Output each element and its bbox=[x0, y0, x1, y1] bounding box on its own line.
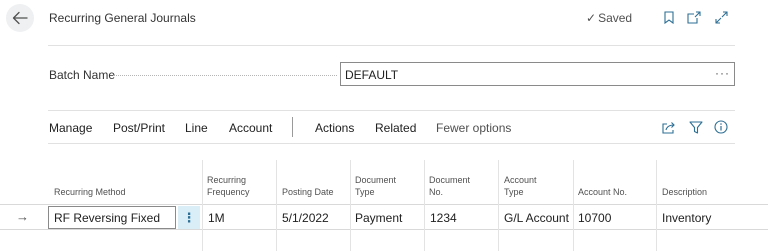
page-title: Recurring General Journals bbox=[49, 11, 196, 25]
col-header-account-no[interactable]: Account No. bbox=[578, 186, 627, 198]
account-menu[interactable]: Account bbox=[229, 121, 272, 135]
open-new-window-icon bbox=[687, 10, 701, 24]
grid-col-line bbox=[276, 160, 277, 251]
grid-col-line bbox=[498, 160, 499, 251]
document-type-value[interactable]: Payment bbox=[355, 211, 402, 225]
account-type-value[interactable]: G/L Account bbox=[504, 211, 569, 225]
expand-button[interactable] bbox=[712, 8, 730, 26]
share-button[interactable] bbox=[661, 119, 677, 135]
open-new-window-button[interactable] bbox=[685, 8, 703, 26]
grid-col-line bbox=[202, 160, 203, 251]
col-header-description[interactable]: Description bbox=[662, 186, 707, 198]
batch-name-leader bbox=[113, 75, 337, 76]
share-icon bbox=[662, 121, 675, 134]
account-no-value[interactable]: 10700 bbox=[578, 211, 611, 225]
manage-menu[interactable]: Manage bbox=[49, 121, 92, 135]
filter-button[interactable] bbox=[688, 119, 704, 135]
expand-icon bbox=[714, 10, 728, 24]
grid-col-line bbox=[656, 160, 657, 251]
batch-name-field[interactable]: DEFAULT ··· bbox=[340, 62, 735, 86]
description-value[interactable]: Inventory bbox=[662, 211, 711, 225]
grid-col-line bbox=[573, 160, 574, 251]
info-button[interactable] bbox=[713, 119, 729, 135]
check-icon: ✓ bbox=[586, 11, 597, 25]
bookmark-button[interactable] bbox=[660, 8, 678, 26]
line-menu[interactable]: Line bbox=[185, 121, 208, 135]
saved-status: ✓ Saved bbox=[586, 11, 632, 25]
recurring-method-value[interactable]: RF Reversing Fixed bbox=[54, 211, 160, 225]
col-header-recurring-method[interactable]: Recurring Method bbox=[54, 186, 126, 198]
back-button[interactable] bbox=[6, 4, 34, 32]
col-header-recurring-frequency[interactable]: Recurring Frequency bbox=[207, 174, 250, 198]
col-header-posting-date[interactable]: Posting Date bbox=[282, 186, 334, 198]
grid-col-line bbox=[350, 160, 351, 251]
batch-divider bbox=[48, 110, 735, 111]
grid-header-line bbox=[0, 204, 768, 205]
filter-icon bbox=[689, 120, 703, 134]
fewer-options-button[interactable]: Fewer options bbox=[436, 121, 511, 135]
bookmark-icon bbox=[664, 10, 674, 24]
batch-name-label: Batch Name bbox=[49, 68, 116, 82]
document-no-value[interactable]: 1234 bbox=[430, 211, 457, 225]
batch-name-value: DEFAULT bbox=[345, 68, 399, 82]
action-bar-divider bbox=[48, 143, 735, 144]
post-print-menu[interactable]: Post/Print bbox=[113, 121, 165, 135]
header-divider bbox=[48, 45, 735, 46]
saved-label: Saved bbox=[598, 11, 633, 25]
info-icon bbox=[714, 120, 728, 134]
col-header-document-type[interactable]: Document Type bbox=[355, 174, 396, 198]
col-header-account-type[interactable]: Account Type bbox=[504, 174, 537, 198]
col-header-document-no[interactable]: Document No. bbox=[429, 174, 470, 198]
posting-date-value[interactable]: 5/1/2022 bbox=[282, 211, 329, 225]
action-bar-separator bbox=[292, 117, 293, 137]
grid-col-line bbox=[424, 160, 425, 251]
batch-name-more-button[interactable]: ··· bbox=[715, 66, 730, 80]
row-menu-button[interactable]: ⋮ bbox=[178, 206, 200, 229]
recurring-frequency-value[interactable]: 1M bbox=[208, 211, 225, 225]
back-arrow-icon bbox=[12, 11, 28, 25]
row-indicator-arrow-icon: → bbox=[16, 209, 29, 224]
related-menu[interactable]: Related bbox=[375, 121, 416, 135]
grid-row-line bbox=[0, 229, 768, 230]
actions-menu[interactable]: Actions bbox=[315, 121, 354, 135]
